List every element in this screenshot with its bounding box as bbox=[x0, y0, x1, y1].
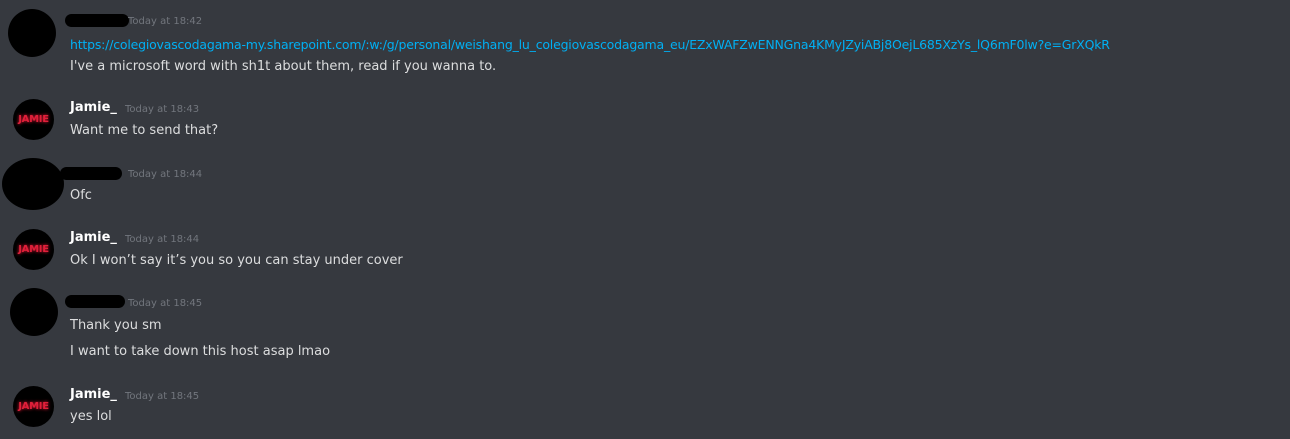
redacted-avatar bbox=[10, 288, 58, 336]
redacted-username bbox=[65, 295, 125, 308]
message-text: I've a microsoft word with sh1t about th… bbox=[70, 59, 497, 74]
username[interactable]: Jamie_ bbox=[70, 100, 117, 115]
message-group: JAMIE Jamie_ Today at 18:44 Ok I won’t s… bbox=[0, 225, 1290, 280]
avatar-text: JAMIE bbox=[18, 244, 49, 255]
message-group: Today at 18:44 Ofc bbox=[0, 155, 1290, 215]
message-text: Ofc bbox=[70, 188, 92, 203]
message-text: Want me to send that? bbox=[70, 123, 219, 138]
message-text: I want to take down this host asap lmao bbox=[70, 344, 331, 359]
redacted-username bbox=[65, 14, 129, 27]
avatar-text: JAMIE bbox=[18, 401, 49, 412]
message-link[interactable]: https://colegiovascodagama-my.sharepoint… bbox=[70, 37, 1110, 52]
message-timestamp: Today at 18:45 bbox=[128, 298, 203, 309]
message-text: Ok I won’t say it’s you so you can stay … bbox=[70, 253, 403, 268]
redacted-avatar bbox=[2, 158, 64, 210]
username[interactable]: Jamie_ bbox=[70, 230, 117, 245]
avatar-text: JAMIE bbox=[18, 114, 49, 125]
message-group: JAMIE Jamie_ Today at 18:45 yes lol bbox=[0, 382, 1290, 437]
avatar[interactable]: JAMIE bbox=[13, 386, 54, 427]
username[interactable]: Jamie_ bbox=[70, 387, 117, 402]
message-text: Thank you sm bbox=[70, 318, 162, 333]
message-group: JAMIE Jamie_ Today at 18:43 Want me to s… bbox=[0, 95, 1290, 150]
message-group: Today at 18:45 Thank you sm I want to ta… bbox=[0, 285, 1290, 370]
message-timestamp: Today at 18:45 bbox=[125, 391, 200, 402]
avatar[interactable]: JAMIE bbox=[13, 229, 54, 270]
message-timestamp: Today at 18:44 bbox=[128, 169, 203, 180]
message-timestamp: Today at 18:42 bbox=[128, 16, 203, 27]
message-timestamp: Today at 18:43 bbox=[125, 104, 200, 115]
message-text: yes lol bbox=[70, 409, 112, 424]
avatar[interactable]: JAMIE bbox=[13, 99, 54, 140]
message-group: Today at 18:42 https://colegiovascodagam… bbox=[0, 0, 1290, 85]
message-timestamp: Today at 18:44 bbox=[125, 234, 200, 245]
redacted-username bbox=[60, 167, 122, 180]
redacted-avatar bbox=[8, 9, 56, 57]
